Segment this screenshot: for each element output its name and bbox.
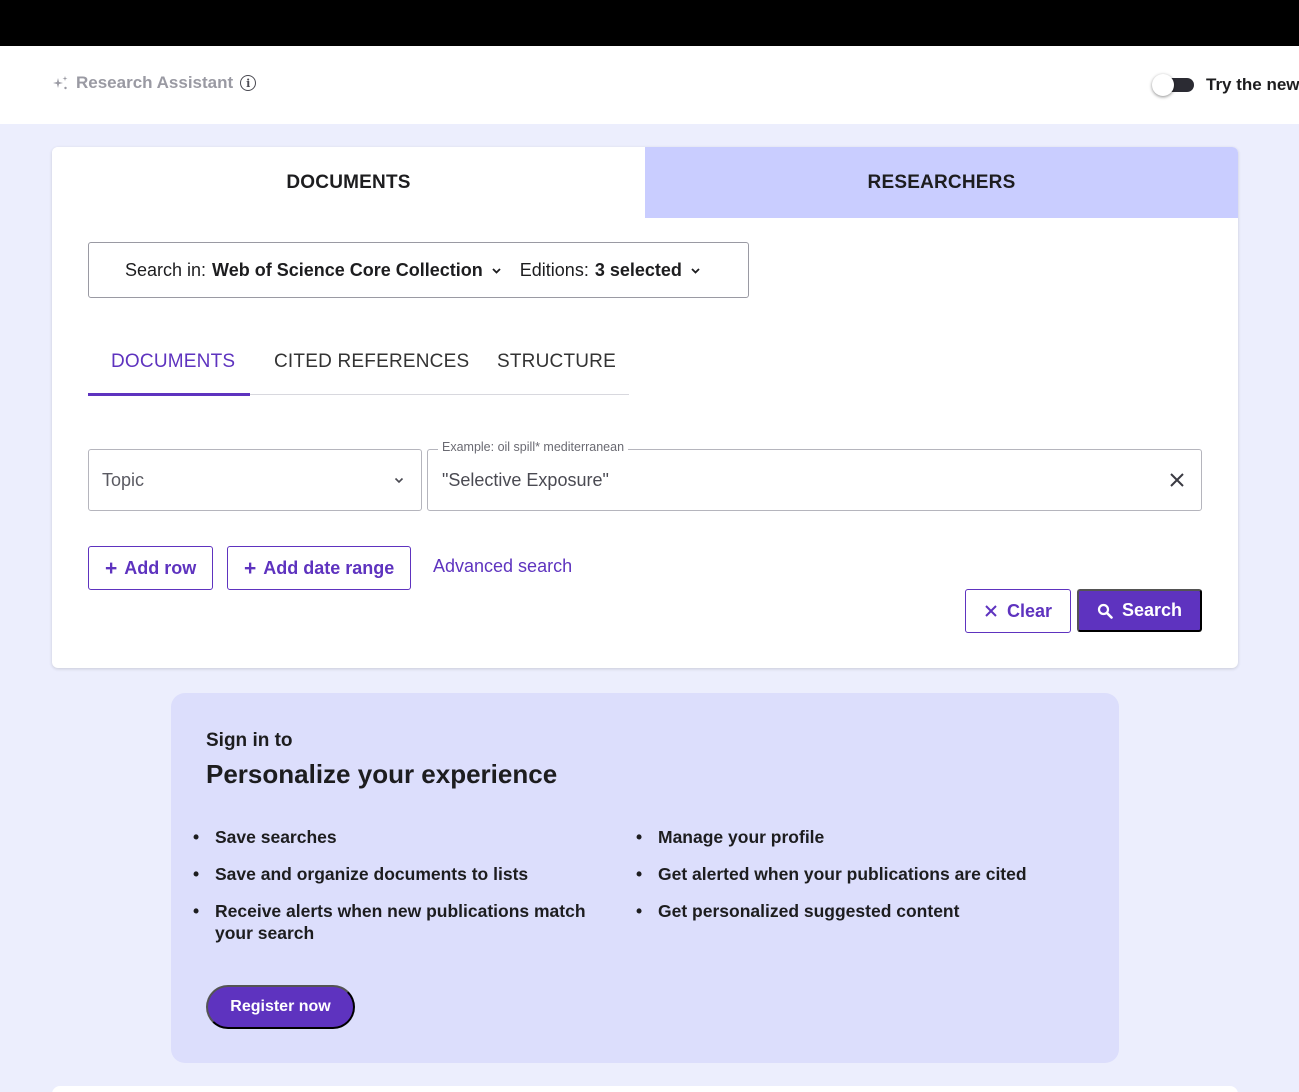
sparkle-icon	[53, 75, 68, 89]
search-query-field[interactable]: Example: oil spill* mediterranean	[427, 440, 1202, 511]
search-in-selector[interactable]: Search in: Web of Science Core Collectio…	[88, 242, 749, 298]
plus-icon: +	[105, 556, 118, 580]
search-card: DOCUMENTS RESEARCHERS Search in: Web of …	[52, 147, 1238, 668]
list-item: Manage your profile	[636, 826, 1069, 848]
top-black-bar	[0, 0, 1299, 46]
promo-subtitle: Sign in to	[206, 730, 293, 751]
active-tab-indicator	[88, 393, 250, 396]
chevron-down-icon	[691, 267, 700, 274]
tab-documents[interactable]: DOCUMENTS	[52, 147, 645, 218]
next-section-card	[52, 1086, 1238, 1092]
search-field-value: Topic	[102, 469, 145, 490]
plus-icon: +	[244, 556, 257, 580]
add-date-range-label: Add date range	[263, 557, 395, 578]
clear-button[interactable]: Clear	[965, 589, 1071, 633]
editions-value[interactable]: 3 selected	[595, 260, 682, 281]
list-item: Get alerted when your publications are c…	[636, 863, 1069, 885]
query-example-label: Example: oil spill* mediterranean	[438, 440, 629, 454]
search-icon	[1097, 603, 1113, 619]
clear-label: Clear	[1006, 600, 1053, 621]
tab-researchers[interactable]: RESEARCHERS	[645, 147, 1238, 218]
research-assistant[interactable]: Research Assistant i	[52, 73, 257, 93]
close-icon	[985, 605, 997, 617]
search-query-input[interactable]	[442, 469, 1167, 491]
sign-in-promo: Sign in to Personalize your experience S…	[171, 693, 1119, 1063]
toggle-knob	[1152, 74, 1174, 96]
editions-prefix: Editions:	[519, 259, 589, 280]
list-item: Save searches	[193, 826, 626, 848]
subtab-documents[interactable]: DOCUMENTS	[111, 351, 235, 373]
search-button[interactable]: Search	[1077, 589, 1202, 632]
add-row-label: Add row	[124, 557, 197, 578]
try-new-toggle[interactable]	[1150, 73, 1196, 97]
research-assistant-label: Research Assistant	[76, 73, 234, 92]
register-now-button[interactable]: Register now	[206, 985, 355, 1029]
search-label: Search	[1121, 600, 1183, 620]
promo-benefits-right: Manage your profile Get alerted when you…	[636, 826, 1069, 937]
try-new-toggle-group[interactable]: Try the new	[1150, 73, 1299, 97]
chevron-down-icon	[492, 267, 501, 274]
add-row-button[interactable]: + Add row	[88, 546, 214, 590]
promo-title: Personalize your experience	[206, 759, 558, 789]
chevron-down-icon	[394, 477, 404, 484]
list-item: Receive alerts when new publications mat…	[193, 900, 626, 944]
advanced-search-link[interactable]: Advanced search	[433, 556, 572, 577]
subtab-structure[interactable]: STRUCTURE	[497, 351, 616, 373]
promo-benefits-left: Save searches Save and organize document…	[193, 826, 626, 959]
collection-value[interactable]: Web of Science Core Collection	[212, 260, 483, 281]
search-type-tabs: DOCUMENTS CITED REFERENCES STRUCTURE	[88, 343, 629, 396]
search-in-prefix: Search in:	[125, 259, 207, 280]
list-item: Save and organize documents to lists	[193, 863, 626, 885]
close-icon[interactable]	[1167, 470, 1187, 490]
info-icon[interactable]: i	[240, 75, 257, 91]
search-field-select[interactable]: Topic	[88, 449, 422, 511]
try-new-label: Try the new	[1206, 75, 1299, 94]
add-date-range-button[interactable]: + Add date range	[227, 546, 412, 590]
subtab-cited-references[interactable]: CITED REFERENCES	[274, 351, 469, 373]
list-item: Get personalized suggested content	[636, 900, 1069, 922]
